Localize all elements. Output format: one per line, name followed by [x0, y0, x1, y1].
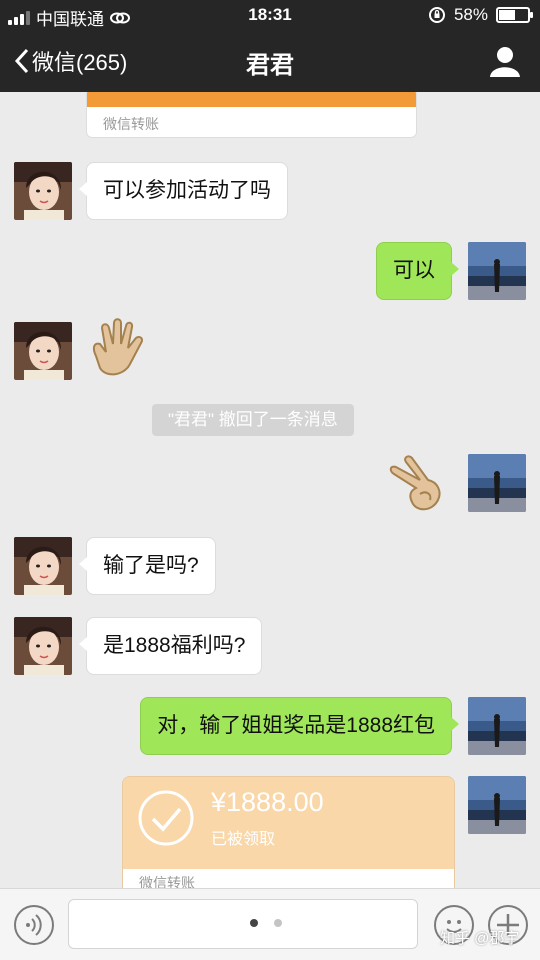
battery-percent: 58% [453, 5, 488, 24]
check-circle-icon [138, 790, 194, 846]
contact-avatar[interactable] [14, 537, 72, 595]
transfer-status: 已被领取 [211, 831, 276, 848]
page-title: 君君 [246, 52, 294, 79]
input-bar: 知乎 @郡宇 [0, 888, 540, 960]
transfer-amount: ¥1888.00 [211, 787, 324, 817]
user-avatar[interactable] [468, 697, 526, 755]
voice-button[interactable] [14, 905, 54, 945]
message-input[interactable] [68, 899, 418, 949]
open-hand-icon[interactable] [86, 318, 148, 380]
rotation-lock-icon [428, 7, 445, 23]
user-avatar[interactable] [468, 242, 526, 300]
transfer-label: 微信转账 [103, 116, 159, 132]
victory-hand-icon[interactable] [386, 454, 448, 516]
transfer-card-body: ¥1888.00 已被领取 [123, 777, 454, 869]
chat-area: 微信转账 可以参加活动了吗 可以 "君君" 撤回了一条消息 输了是吗? 是188… [0, 92, 540, 888]
status-bar: 中国联通 18:31 58% [0, 0, 540, 30]
transfer-card-partial[interactable]: 微信转账 [86, 92, 417, 138]
voice-icon [26, 914, 42, 936]
transfer-stripe [87, 92, 416, 107]
battery-icon [496, 7, 533, 23]
message-bubble[interactable]: 对，输了姐姐奖品是1888红包 [140, 697, 459, 755]
user-avatar[interactable] [468, 776, 526, 834]
contact-avatar[interactable] [14, 162, 72, 220]
recall-notice: "君君" 撤回了一条消息 [152, 404, 354, 436]
message-bubble[interactable]: 可以 [376, 242, 459, 300]
transfer-label: 微信转账 [139, 875, 195, 888]
profile-icon[interactable] [488, 44, 522, 78]
message-bubble[interactable]: 输了是吗? [79, 537, 216, 595]
user-avatar[interactable] [468, 454, 526, 512]
transfer-card[interactable]: ¥1888.00 已被领取 微信转账 [122, 776, 455, 888]
contact-avatar[interactable] [14, 322, 72, 380]
page-indicator [250, 919, 282, 927]
message-bubble[interactable]: 是1888福利吗? [78, 617, 263, 675]
watermark: 知乎 @郡宇 [440, 930, 520, 947]
transfer-footer: 微信转账 [123, 869, 454, 888]
contact-avatar[interactable] [14, 617, 72, 675]
chat-header: 微信(265) 君君 [0, 30, 540, 92]
message-bubble[interactable]: 可以参加活动了吗 [79, 162, 288, 220]
